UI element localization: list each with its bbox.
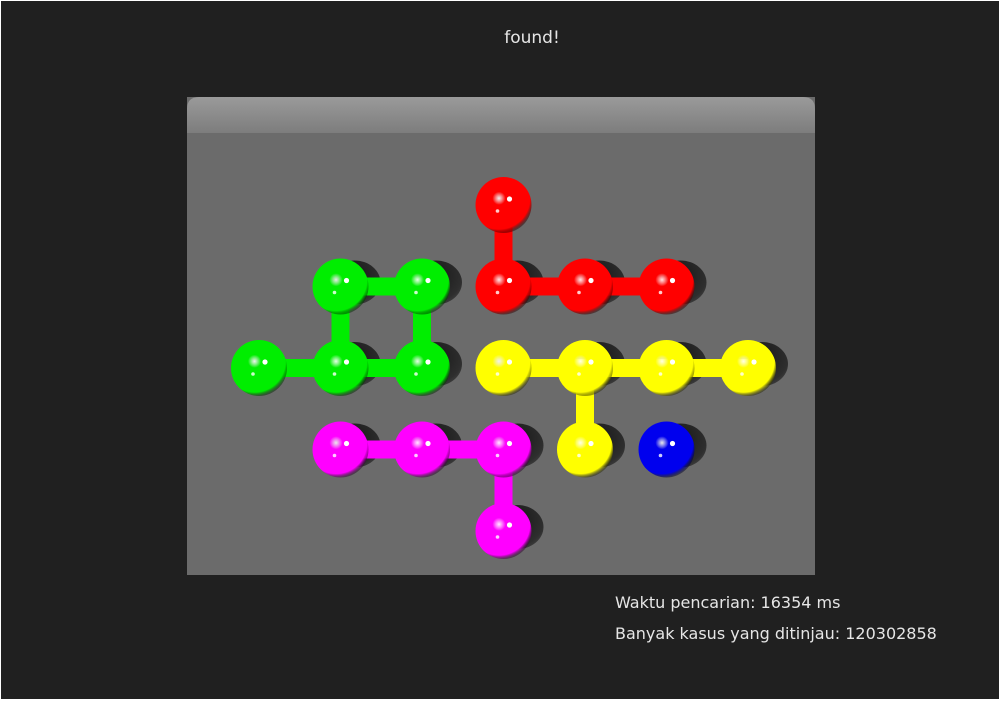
ball-highlight xyxy=(414,453,418,458)
ball-highlight xyxy=(506,359,513,365)
ball-red[interactable] xyxy=(475,258,532,315)
ball-highlight xyxy=(414,290,418,295)
ball-blue[interactable] xyxy=(638,421,695,478)
ball-highlight xyxy=(577,372,581,376)
ball-highlight xyxy=(495,372,500,376)
ball-green[interactable] xyxy=(231,340,287,396)
ball-red[interactable] xyxy=(638,258,695,315)
ball-highlight xyxy=(588,440,594,447)
ball-highlight xyxy=(495,535,500,539)
ball-highlight xyxy=(588,277,594,284)
ball-magenta[interactable] xyxy=(475,503,532,559)
search-stats: Waktu pencarian: 16354 ms Banyak kasus y… xyxy=(615,593,937,655)
ball-red[interactable] xyxy=(557,258,613,315)
ball-highlight xyxy=(425,440,431,447)
ball-highlight xyxy=(332,453,337,458)
ball-highlight xyxy=(669,277,676,284)
ball-highlight xyxy=(495,209,500,213)
ball-yellow[interactable] xyxy=(638,340,695,396)
ball-yellow[interactable] xyxy=(557,340,613,396)
ball-highlight xyxy=(343,440,350,447)
ball-highlight xyxy=(332,372,337,376)
ball-yellow[interactable] xyxy=(475,340,532,396)
ball-highlight xyxy=(506,277,513,284)
search-time-label: Waktu pencarian: 16354 ms xyxy=(615,593,841,612)
ball-highlight xyxy=(414,372,418,376)
app-window: found! Waktu pencarian: 16354 ms Banyak … xyxy=(1,1,999,699)
ball-highlight xyxy=(577,453,581,458)
ball-green[interactable] xyxy=(394,258,450,315)
ball-highlight xyxy=(506,196,513,202)
puzzle-board xyxy=(187,97,815,575)
piece-blue[interactable] xyxy=(638,421,695,478)
ball-highlight xyxy=(343,277,350,284)
ball-highlight xyxy=(577,290,581,295)
ball-highlight xyxy=(425,359,431,365)
ball-green[interactable] xyxy=(312,340,369,396)
ball-highlight xyxy=(425,277,431,284)
ball-highlight xyxy=(740,372,744,376)
ball-highlight xyxy=(669,359,676,365)
ball-green[interactable] xyxy=(312,258,369,315)
ball-highlight xyxy=(658,453,663,458)
ball-highlight xyxy=(751,359,757,365)
ball-highlight xyxy=(343,359,350,365)
ball-magenta[interactable] xyxy=(475,421,532,478)
ball-highlight xyxy=(658,372,663,376)
status-text: found! xyxy=(504,28,560,48)
ball-highlight xyxy=(669,440,676,447)
cases-checked-label: Banyak kasus yang ditinjau: 120302858 xyxy=(615,624,937,643)
ball-green[interactable] xyxy=(394,340,450,396)
ball-highlight xyxy=(506,440,513,447)
ball-highlight xyxy=(251,372,255,376)
ball-highlight xyxy=(588,359,594,365)
ball-red[interactable] xyxy=(475,177,532,233)
ball-highlight xyxy=(658,290,663,295)
ball-magenta[interactable] xyxy=(312,421,369,478)
ball-highlight xyxy=(262,359,268,365)
ball-highlight xyxy=(495,453,500,458)
ball-yellow[interactable] xyxy=(557,421,613,478)
ball-highlight xyxy=(332,290,337,295)
ball-yellow[interactable] xyxy=(720,340,776,396)
ball-magenta[interactable] xyxy=(394,421,450,478)
ball-highlight xyxy=(506,522,513,528)
ball-highlight xyxy=(495,290,500,295)
